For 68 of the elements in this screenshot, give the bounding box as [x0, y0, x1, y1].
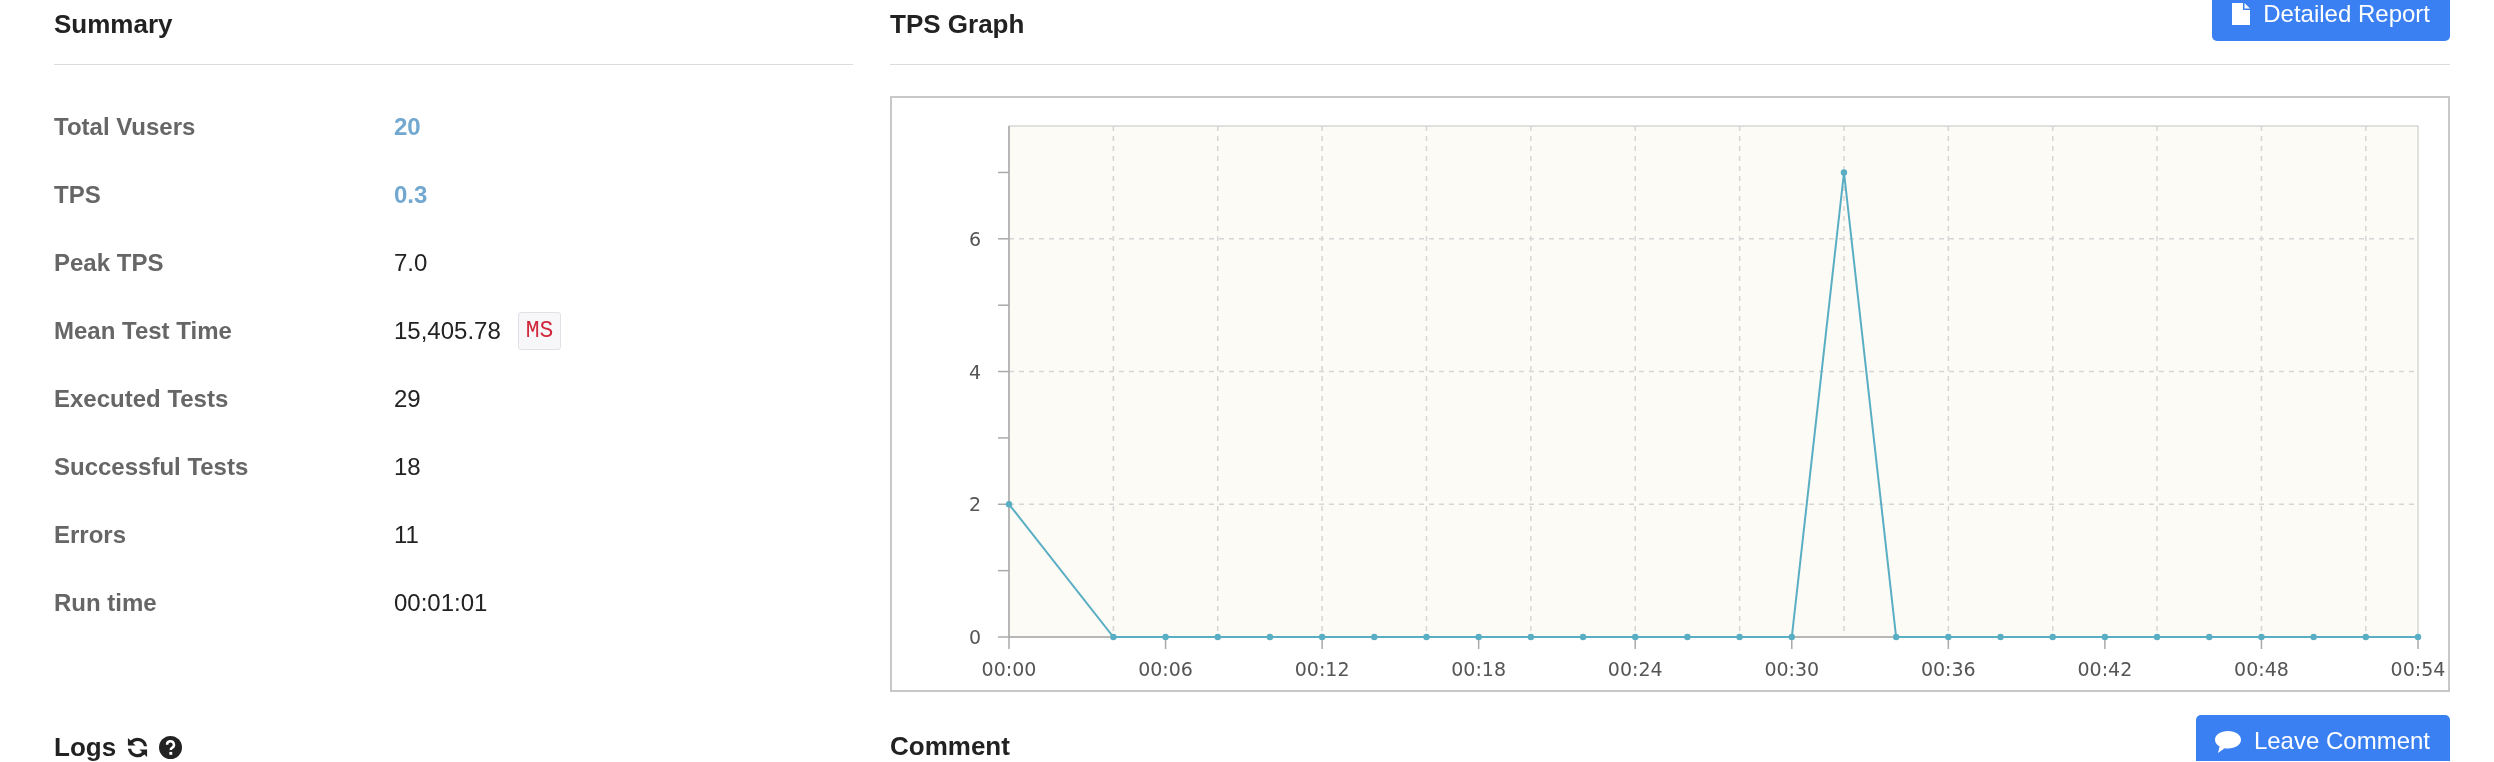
- section-title: Logs: [54, 733, 117, 761]
- data-point: [1527, 633, 1535, 641]
- x-tick-label: 00:36: [1920, 658, 1976, 680]
- stat-label: Run time: [54, 589, 158, 617]
- stat-value: 00:01:01: [394, 589, 488, 617]
- stat-value: 11: [394, 521, 419, 549]
- x-tick-label: 00:12: [1294, 658, 1350, 680]
- x-tick-label: 00:18: [1451, 658, 1507, 680]
- data-point: [2258, 633, 2265, 641]
- y-tick-label: 2: [968, 493, 981, 516]
- x-tick-label: 00:00: [981, 658, 1037, 680]
- data-point: [1684, 633, 1691, 641]
- x-tick-label: 00:48: [2234, 658, 2289, 680]
- data-point: [2310, 633, 2317, 641]
- data-point: [2362, 633, 2369, 641]
- data-point: [1162, 633, 1169, 641]
- y-tick-label: 6: [968, 227, 981, 250]
- data-point: [1945, 633, 1952, 641]
- data-point: [2101, 633, 2109, 641]
- stat-value: 7.0: [394, 249, 428, 277]
- data-point: [1318, 633, 1326, 641]
- data-point: [1579, 633, 1587, 641]
- data-point: [1892, 633, 1900, 641]
- x-tick-label: 00:30: [1764, 658, 1820, 680]
- data-point: [1475, 633, 1482, 641]
- data-point: [1214, 633, 1221, 641]
- stat-label: Mean Test Time: [54, 317, 233, 345]
- data-point: [2414, 633, 2422, 641]
- stat-value: 29: [394, 385, 421, 413]
- stat-label: Executed Tests: [54, 385, 230, 413]
- x-tick-label: 00:24: [1607, 658, 1663, 680]
- refresh-icon[interactable]: [126, 735, 150, 759]
- x-tick-label: 00:42: [2077, 658, 2133, 680]
- detailed-report-button[interactable]: Detailed Report: [2212, 0, 2450, 41]
- stat-label: Successful Tests: [54, 453, 250, 481]
- data-point: [1110, 633, 1117, 641]
- x-tick-label: 00:54: [2390, 658, 2446, 680]
- x-tick-label: 00:06: [1138, 658, 1193, 680]
- data-point: [1788, 633, 1795, 641]
- data-point: [1632, 633, 1639, 641]
- data-point: [1371, 633, 1378, 641]
- section-title: Summary: [54, 9, 173, 39]
- stat-label: Peak TPS: [54, 249, 165, 277]
- section-title: Comment: [890, 732, 1010, 760]
- data-point: [2206, 633, 2213, 641]
- data-point: [2153, 633, 2161, 641]
- data-point: [2049, 633, 2056, 641]
- stat-label: TPS: [54, 181, 102, 209]
- data-point: [1266, 633, 1274, 641]
- leave-comment-button[interactable]: Leave Comment: [2195, 715, 2450, 761]
- data-point: [1005, 501, 1013, 508]
- stat-value: 20: [394, 113, 421, 141]
- data-point: [1736, 633, 1743, 641]
- stat-label: Errors: [54, 521, 128, 549]
- help-icon[interactable]: [159, 735, 183, 759]
- speech-bubble-icon: [2214, 731, 2241, 753]
- data-point: [1423, 633, 1430, 641]
- unit-badge: MS: [517, 312, 562, 350]
- stat-value: 0.3: [394, 181, 428, 209]
- y-tick-label: 4: [968, 360, 981, 383]
- stat-label: Total Vusers: [54, 113, 197, 141]
- section-title: TPS Graph: [890, 9, 1025, 39]
- stat-value: 15,405.78: [394, 317, 501, 345]
- document-icon: [2232, 3, 2251, 25]
- y-tick-label: 0: [968, 626, 981, 648]
- stat-value: 18: [394, 453, 421, 481]
- data-point: [1840, 169, 1848, 176]
- data-point: [1997, 633, 2004, 641]
